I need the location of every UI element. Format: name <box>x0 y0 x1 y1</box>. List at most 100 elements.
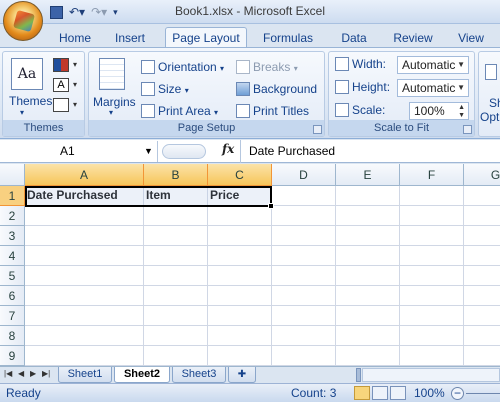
sheet-options-icon[interactable] <box>485 64 497 80</box>
grid-cell[interactable] <box>400 226 464 246</box>
grid-cell[interactable] <box>400 346 464 366</box>
themes-dropdown-icon[interactable]: ▾ <box>20 108 24 117</box>
cell-c1[interactable]: Price <box>208 186 272 206</box>
grid-cell[interactable] <box>464 346 500 366</box>
grid-cell[interactable] <box>208 206 272 226</box>
grid-cell[interactable] <box>336 326 400 346</box>
grid-cell[interactable] <box>272 346 336 366</box>
column-header-c[interactable]: C <box>208 164 272 186</box>
grid-cell[interactable] <box>208 346 272 366</box>
grid-cell[interactable] <box>144 246 208 266</box>
grid-cell[interactable] <box>336 246 400 266</box>
tab-formulas[interactable]: Formulas <box>259 28 317 48</box>
row-header-8[interactable]: 8 <box>0 326 25 346</box>
margins-dropdown-icon[interactable]: ▾ <box>109 108 113 117</box>
zoom-level[interactable]: 100% <box>414 386 445 400</box>
grid-cell[interactable] <box>464 226 500 246</box>
grid-cell[interactable] <box>272 226 336 246</box>
column-header-e[interactable]: E <box>336 164 400 186</box>
grid-cell[interactable] <box>25 346 144 366</box>
background-button[interactable]: Background <box>236 82 317 96</box>
grid-cell[interactable] <box>25 246 144 266</box>
grid-cell[interactable] <box>400 326 464 346</box>
grid-cell[interactable] <box>144 346 208 366</box>
horizontal-scrollbar[interactable] <box>362 368 500 382</box>
grid-cell[interactable] <box>272 286 336 306</box>
margins-icon[interactable] <box>99 58 125 90</box>
insert-function-icon[interactable]: fx <box>222 142 234 156</box>
last-sheet-icon[interactable]: ▶| <box>42 369 50 378</box>
insert-sheet-icon[interactable]: ✚ <box>228 367 256 383</box>
grid-cell[interactable] <box>400 206 464 226</box>
chevron-down-icon[interactable]: ▾ <box>73 100 77 109</box>
grid-cell[interactable] <box>400 246 464 266</box>
grid-cell[interactable] <box>464 286 500 306</box>
row-header-2[interactable]: 2 <box>0 206 25 226</box>
row-header-6[interactable]: 6 <box>0 286 25 306</box>
select-all-corner[interactable] <box>0 164 25 186</box>
grid-cell[interactable] <box>208 286 272 306</box>
grid-cell[interactable] <box>144 306 208 326</box>
grid-cell[interactable] <box>400 266 464 286</box>
customize-qat-icon[interactable]: ▾ <box>113 7 118 18</box>
chevron-down-icon[interactable]: ▼ <box>144 141 153 162</box>
row-header-3[interactable]: 3 <box>0 226 25 246</box>
formula-bar-resize-handle[interactable] <box>162 144 206 159</box>
tab-review[interactable]: Review <box>388 28 438 48</box>
redo-icon[interactable]: ↷▾ <box>91 5 107 19</box>
sheet-tab-sheet2[interactable]: Sheet2 <box>114 367 170 383</box>
formula-input[interactable]: Date Purchased <box>249 144 335 158</box>
grid-cell[interactable] <box>336 266 400 286</box>
column-header-a[interactable]: A <box>25 164 144 186</box>
grid-cell[interactable] <box>25 306 144 326</box>
grid-cell[interactable] <box>336 306 400 326</box>
zoom-out-icon[interactable]: − <box>451 387 464 400</box>
grid-cell[interactable] <box>272 206 336 226</box>
tab-page-layout[interactable]: Page Layout <box>165 27 247 49</box>
grid-cell[interactable] <box>272 306 336 326</box>
next-sheet-icon[interactable]: ▶ <box>30 369 36 378</box>
themes-button[interactable]: Themes <box>9 94 52 108</box>
grid-cell[interactable] <box>25 206 144 226</box>
grid-cell[interactable] <box>336 346 400 366</box>
normal-view-icon[interactable] <box>354 386 370 400</box>
column-header-g[interactable]: G <box>464 164 500 186</box>
grid-cell[interactable] <box>144 226 208 246</box>
themes-icon[interactable]: Aa <box>11 58 43 90</box>
scale-spinner[interactable]: 100% ▲ ▼ <box>409 102 469 120</box>
grid-cell[interactable] <box>400 286 464 306</box>
column-header-b[interactable]: B <box>144 164 208 186</box>
theme-effects-icon[interactable] <box>53 98 69 112</box>
grid-cell[interactable] <box>272 326 336 346</box>
grid-cell[interactable] <box>208 306 272 326</box>
orientation-button[interactable]: Orientation ▾ <box>141 60 224 74</box>
tab-data[interactable]: Data <box>336 28 372 48</box>
grid-cell[interactable] <box>464 326 500 346</box>
grid-cell[interactable] <box>272 246 336 266</box>
margins-button[interactable]: Margins <box>93 95 136 109</box>
zoom-slider[interactable] <box>466 393 500 394</box>
breaks-button[interactable]: Breaks ▾ <box>236 60 298 74</box>
grid-cell[interactable] <box>25 286 144 306</box>
chevron-down-icon[interactable]: ▾ <box>73 60 77 69</box>
grid-cell[interactable] <box>464 246 500 266</box>
first-sheet-icon[interactable]: |◀ <box>4 369 12 378</box>
row-header-4[interactable]: 4 <box>0 246 25 266</box>
tab-split-handle[interactable] <box>356 368 361 382</box>
scale-to-fit-launcher-icon[interactable] <box>463 125 472 134</box>
print-titles-button[interactable]: Print Titles <box>236 104 309 118</box>
grid-cell[interactable] <box>464 206 500 226</box>
grid-cell[interactable] <box>144 326 208 346</box>
cell-b1[interactable]: Item <box>144 186 208 206</box>
grid-cell[interactable] <box>464 306 500 326</box>
theme-colors-icon[interactable] <box>53 58 69 72</box>
grid-cell[interactable] <box>208 266 272 286</box>
chevron-down-icon[interactable]: ▾ <box>73 80 77 89</box>
tab-view[interactable]: View <box>453 28 489 48</box>
grid-cell[interactable] <box>208 226 272 246</box>
size-button[interactable]: Size ▾ <box>141 82 189 96</box>
row-header-5[interactable]: 5 <box>0 266 25 286</box>
width-select[interactable]: Automatic ▼ <box>397 56 469 74</box>
grid-cell[interactable] <box>25 266 144 286</box>
row-header-7[interactable]: 7 <box>0 306 25 326</box>
